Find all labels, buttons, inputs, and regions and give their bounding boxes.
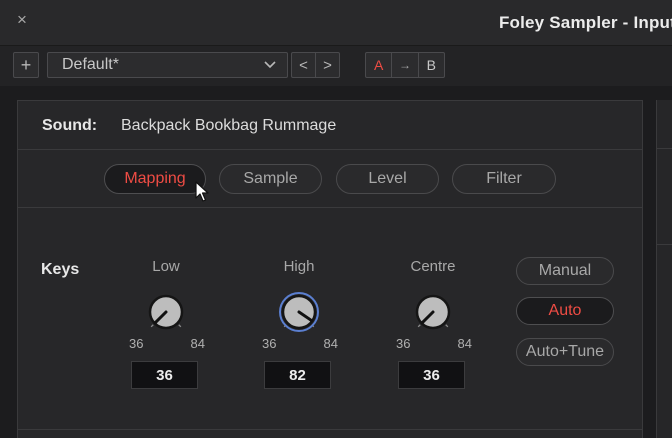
high-knob-group: High 36 84 82 bbox=[254, 256, 344, 391]
range-max: 84 bbox=[190, 336, 205, 351]
manual-mode-button[interactable]: Manual bbox=[516, 257, 614, 285]
knob-title: Centre bbox=[410, 258, 456, 275]
prev-icon: < bbox=[299, 56, 308, 74]
previous-preset-button[interactable]: < bbox=[291, 52, 315, 78]
tab-bar: Mapping Sample Level Filter bbox=[18, 150, 642, 208]
tab-level[interactable]: Level bbox=[336, 164, 439, 194]
ab-compare-group: A → B bbox=[365, 52, 445, 78]
knob-min-tick bbox=[150, 324, 154, 328]
preset-dropdown[interactable]: Default* bbox=[47, 52, 288, 78]
chevron-down-icon bbox=[264, 61, 276, 69]
low-value-field[interactable]: 36 bbox=[131, 361, 198, 389]
low-knob[interactable] bbox=[141, 288, 191, 336]
tab-filter[interactable]: Filter bbox=[452, 164, 556, 194]
close-icon[interactable]: × bbox=[14, 11, 30, 28]
preset-value: Default* bbox=[62, 56, 119, 73]
divider bbox=[18, 429, 642, 430]
auto-tune-mode-button[interactable]: Auto+Tune bbox=[516, 338, 614, 366]
sound-name: Backpack Bookbag Rummage bbox=[121, 117, 337, 134]
sampler-panel: Sound: Backpack Bookbag Rummage Mapping … bbox=[17, 100, 643, 438]
knob-title: Low bbox=[152, 258, 180, 275]
range-min: 36 bbox=[396, 336, 411, 351]
centre-knob[interactable] bbox=[408, 288, 458, 336]
next-preset-button[interactable]: > bbox=[315, 52, 340, 78]
centre-value-field[interactable]: 36 bbox=[398, 361, 465, 389]
copy-arrow-icon[interactable]: → bbox=[392, 53, 419, 77]
knob-min-tick bbox=[417, 324, 421, 328]
high-value-field[interactable]: 82 bbox=[264, 361, 331, 389]
add-icon: + bbox=[20, 54, 32, 75]
divider bbox=[657, 244, 672, 245]
title-bar: × Foley Sampler - Input bbox=[0, 0, 672, 46]
centre-knob-group: Centre 36 84 36 bbox=[388, 256, 478, 391]
tab-mapping[interactable]: Mapping bbox=[104, 164, 206, 194]
sound-row: Sound: Backpack Bookbag Rummage bbox=[18, 101, 642, 150]
next-icon: > bbox=[323, 56, 332, 74]
range-max: 84 bbox=[323, 336, 338, 351]
plugin-toolbar: + Default* < > A → B bbox=[0, 46, 672, 86]
adjacent-panel bbox=[656, 100, 672, 438]
knob-max-tick bbox=[178, 324, 182, 328]
mouse-pointer-icon bbox=[195, 181, 209, 202]
window-title: Foley Sampler - Input bbox=[498, 13, 672, 32]
divider bbox=[657, 148, 672, 149]
sound-label: Sound: bbox=[42, 117, 98, 134]
low-knob-group: Low 36 84 36 bbox=[121, 256, 211, 391]
a-button[interactable]: A bbox=[366, 53, 393, 77]
knob-title: High bbox=[283, 258, 315, 275]
tab-sample[interactable]: Sample bbox=[219, 164, 322, 194]
range-max: 84 bbox=[457, 336, 472, 351]
range-min: 36 bbox=[262, 336, 277, 351]
knob-max-tick bbox=[445, 324, 449, 328]
keys-label: Keys bbox=[41, 261, 80, 278]
b-button[interactable]: B bbox=[419, 53, 444, 77]
range-min: 36 bbox=[129, 336, 144, 351]
high-knob[interactable] bbox=[274, 288, 324, 336]
auto-mode-button[interactable]: Auto bbox=[516, 297, 614, 325]
add-button[interactable]: + bbox=[13, 52, 39, 78]
